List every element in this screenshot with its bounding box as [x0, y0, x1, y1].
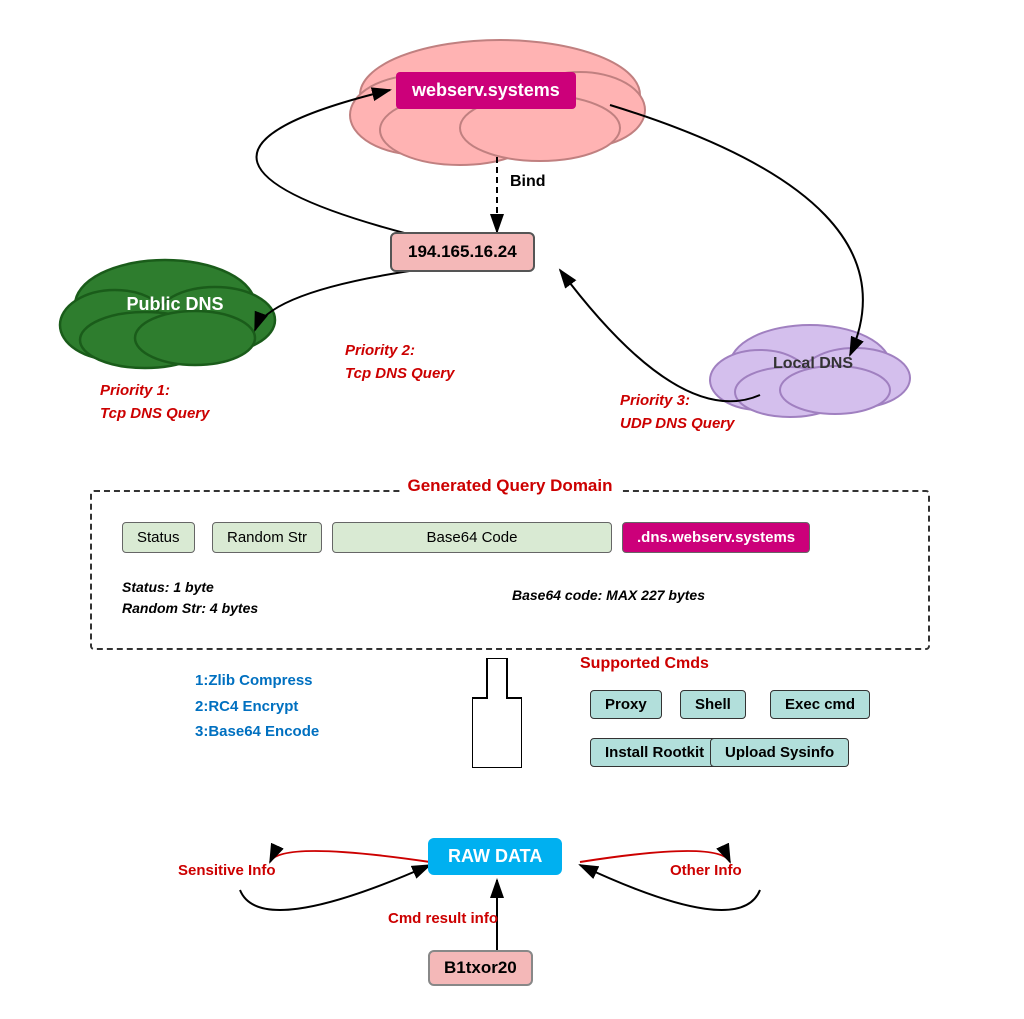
cmd-result-label: Cmd result info: [388, 910, 498, 927]
cmd-install-rootkit[interactable]: Install Rootkit: [590, 738, 719, 767]
domain-notes2: Base64 code: MAX 227 bytes: [512, 587, 705, 603]
domain-dns-suffix: .dns.webserv.systems: [622, 522, 810, 553]
domain-status: Status: [122, 522, 195, 553]
local-dns-label: Local DNS: [768, 355, 858, 373]
bind-label: Bind: [510, 173, 546, 191]
sensitive-info-label: Sensitive Info: [178, 862, 276, 879]
encoding-steps: 1:Zlib Compress 2:RC4 Encrypt 3:Base64 E…: [195, 668, 319, 745]
webserv-systems-label: webserv.systems: [396, 72, 576, 109]
other-info-label: Other Info: [670, 862, 742, 879]
priority2-label: Priority 2: Tcp DNS Query: [345, 340, 454, 385]
query-domain-area: Generated Query Domain Status Random Str…: [90, 490, 930, 650]
cmd-shell[interactable]: Shell: [680, 690, 746, 719]
priority3-label: Priority 3: UDP DNS Query: [620, 390, 734, 435]
supported-cmds-title: Supported Cmds: [580, 655, 709, 673]
cmd-exec[interactable]: Exec cmd: [770, 690, 870, 719]
domain-notes: Status: 1 byte Random Str: 4 bytes: [122, 577, 258, 619]
public-dns-label: Public DNS: [110, 293, 240, 316]
priority1-label: Priority 1: Tcp DNS Query: [100, 380, 209, 425]
cmd-proxy[interactable]: Proxy: [590, 690, 662, 719]
cmd-upload-sysinfo[interactable]: Upload Sysinfo: [710, 738, 849, 767]
query-domain-title: Generated Query Domain: [399, 476, 620, 496]
domain-base64-code: Base64 Code: [332, 522, 612, 553]
b1txor-box: B1txor20: [428, 950, 533, 986]
raw-data-box: RAW DATA: [428, 838, 562, 875]
up-arrow-encoding: [472, 658, 522, 768]
domain-random-str: Random Str: [212, 522, 322, 553]
diagram: webserv.systems Bind 194.165.16.24 Publi…: [0, 0, 1024, 1019]
ip-address-box: 194.165.16.24: [390, 232, 535, 272]
